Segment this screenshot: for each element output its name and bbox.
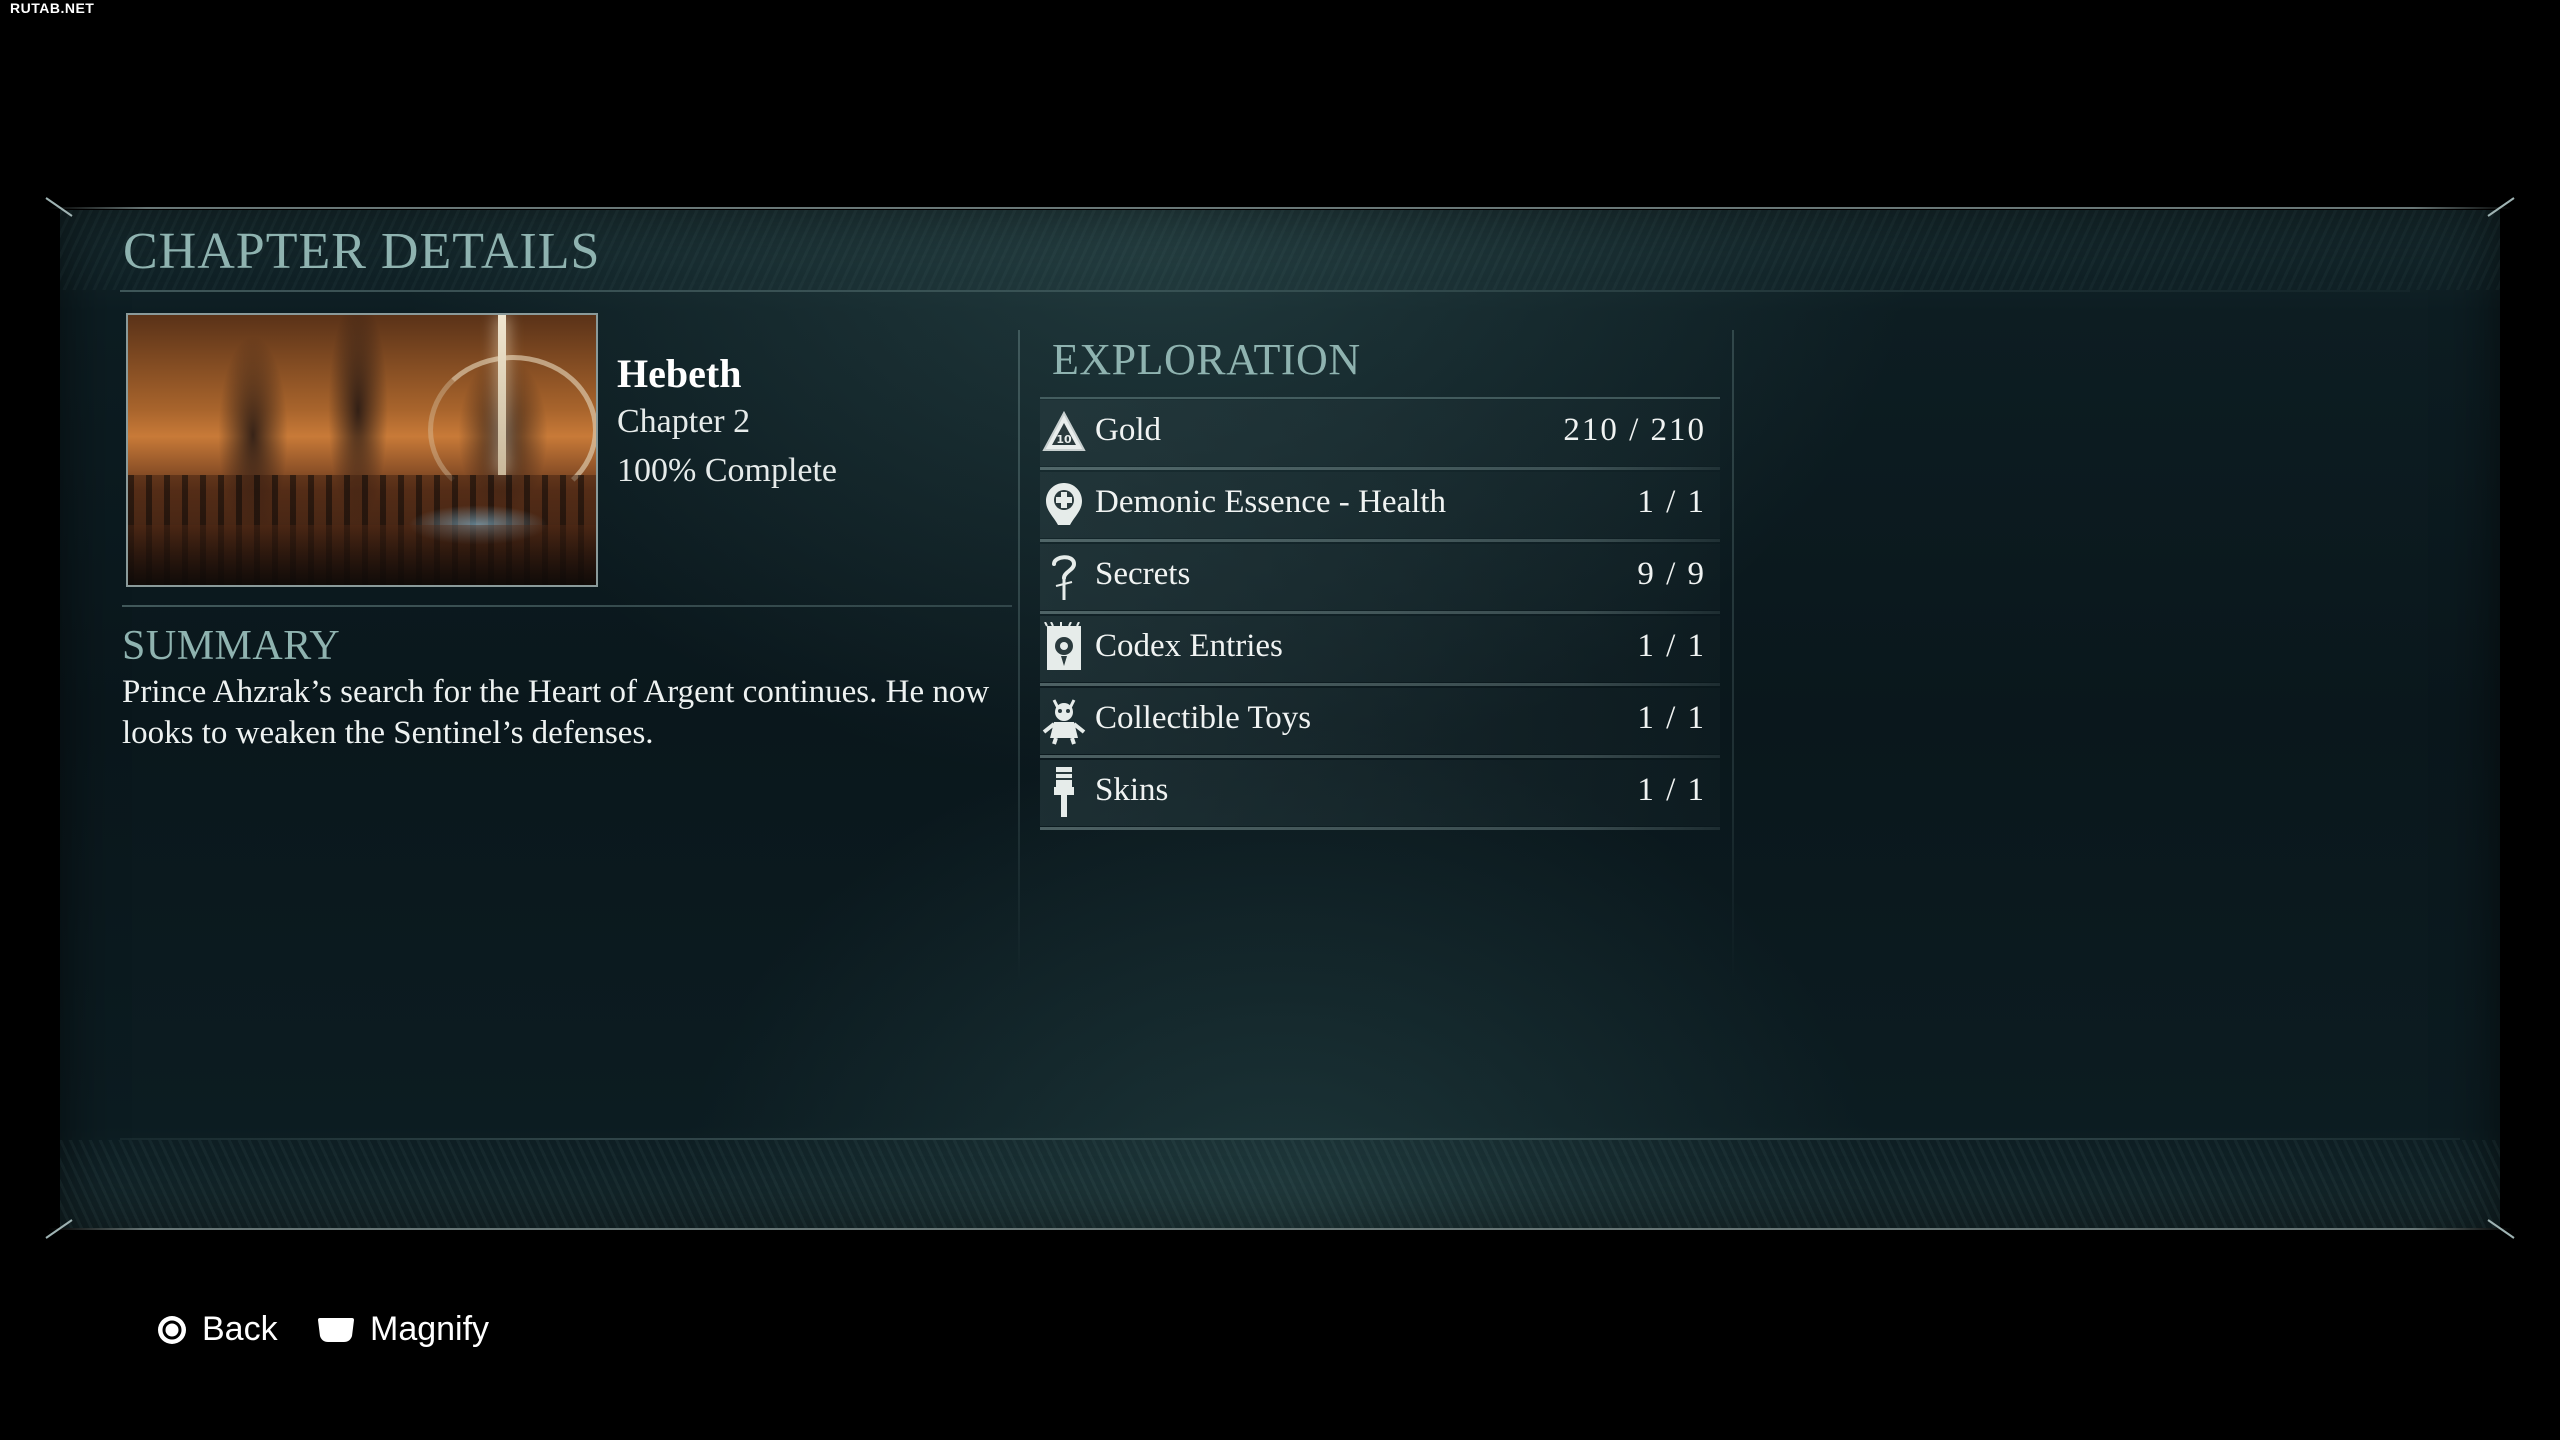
exploration-value: 1 / 1	[1637, 628, 1706, 664]
corner-ornament-top-right	[2487, 197, 2515, 217]
exploration-row-codex: Codex Entries 1 / 1	[1040, 616, 1720, 686]
exploration-value: 210 / 210	[1563, 412, 1706, 448]
panel-top-border	[48, 207, 2512, 209]
skin-brush-icon	[1040, 766, 1088, 818]
corner-ornament-top-left	[45, 197, 73, 217]
exploration-value: 1 / 1	[1637, 772, 1706, 808]
exploration-row-skins: Skins 1 / 1	[1040, 760, 1720, 830]
codex-icon	[1040, 622, 1088, 674]
panel-footer-divider	[120, 1138, 2460, 1140]
svg-text:10: 10	[1056, 433, 1072, 446]
exploration-label: Secrets	[1095, 556, 1191, 592]
exploration-label: Collectible Toys	[1095, 700, 1312, 736]
magnify-button[interactable]: Magnify	[316, 1310, 489, 1349]
back-button[interactable]: Back	[156, 1310, 278, 1349]
exploration-divider	[1040, 397, 1720, 399]
exploration-row-secrets: Secrets 9 / 9	[1040, 544, 1720, 614]
summary-heading: SUMMARY	[122, 623, 341, 669]
secrets-icon	[1040, 550, 1088, 602]
exploration-row-gold: 10 Gold 210 / 210	[1040, 400, 1720, 470]
exploration-label: Gold	[1095, 412, 1161, 448]
chapter-thumbnail	[126, 313, 598, 587]
demonic-essence-icon	[1040, 478, 1088, 530]
exploration-value: 9 / 9	[1637, 556, 1706, 592]
toy-icon	[1040, 694, 1088, 746]
gold-icon: 10	[1040, 406, 1088, 458]
corner-ornament-bottom-left	[45, 1219, 73, 1239]
back-label: Back	[202, 1310, 278, 1348]
summary-text: Prince Ahzrak’s search for the Heart of …	[122, 674, 990, 751]
exploration-value: 1 / 1	[1637, 484, 1706, 520]
touchpad-icon	[316, 1316, 356, 1344]
exploration-row-toys: Collectible Toys 1 / 1	[1040, 688, 1720, 758]
title-divider	[120, 290, 2410, 292]
corner-ornament-bottom-right	[2487, 1219, 2515, 1239]
chapter-completion: 100% Complete	[617, 452, 838, 489]
panel-bottom-border	[48, 1228, 2512, 1230]
exploration-heading: EXPLORATION	[1052, 335, 1361, 384]
summary-divider	[122, 605, 1012, 607]
chapter-number: Chapter 2	[617, 403, 751, 440]
exploration-label: Demonic Essence - Health	[1095, 484, 1446, 520]
page-title: CHAPTER DETAILS	[123, 223, 601, 280]
exploration-value: 1 / 1	[1637, 700, 1706, 736]
exploration-label: Skins	[1095, 772, 1169, 808]
exploration-label: Codex Entries	[1095, 628, 1283, 664]
watermark: RUTAB.NET	[10, 0, 95, 16]
circle-button-icon	[156, 1314, 188, 1346]
column-divider-right	[1732, 330, 1734, 980]
column-divider	[1018, 330, 1020, 980]
exploration-row-demonic-essence: Demonic Essence - Health 1 / 1	[1040, 472, 1720, 542]
chapter-name: Hebeth	[617, 351, 742, 396]
magnify-label: Magnify	[370, 1310, 490, 1348]
